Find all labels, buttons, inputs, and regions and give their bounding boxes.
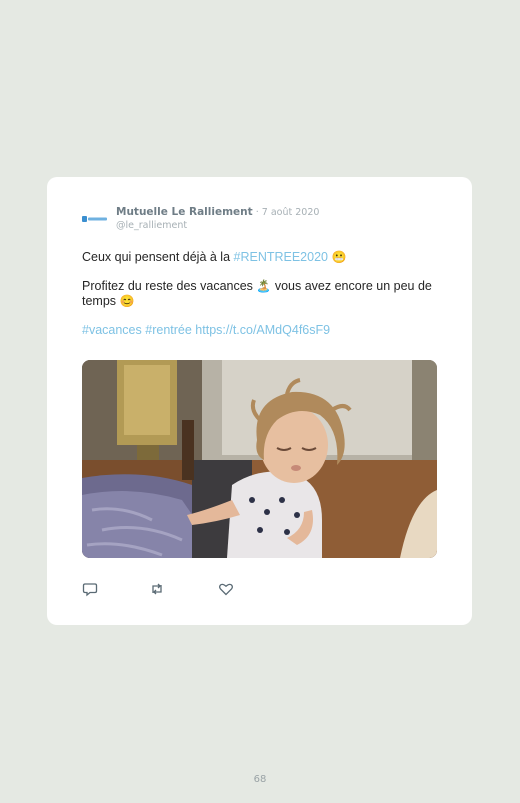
- tweet-link[interactable]: https://t.co/AMdQ4f6sF9: [195, 323, 330, 337]
- tweet-paragraph-3: #vacances #rentrée https://t.co/AMdQ4f6s…: [82, 323, 442, 338]
- hashtag-rentree2020[interactable]: #RENTREE2020: [234, 250, 329, 264]
- island-emoji-icon: 🏝️: [256, 279, 272, 293]
- smile-emoji-icon: 😊: [119, 294, 135, 308]
- author-line: Mutuelle Le Ralliement · 7 août 2020: [116, 206, 319, 218]
- text-segment: Ceux qui pensent déjà à la: [82, 250, 234, 264]
- tweet-media[interactable]: [82, 360, 437, 558]
- grimace-emoji-icon: 😬: [331, 250, 347, 264]
- like-button[interactable]: [218, 581, 234, 597]
- author-name[interactable]: Mutuelle Le Ralliement: [116, 206, 253, 218]
- tweet-text: Ceux qui pensent déjà à la #RENTREE2020 …: [82, 250, 442, 352]
- separator: ·: [255, 207, 259, 218]
- tweet-paragraph-1: Ceux qui pensent déjà à la #RENTREE2020 …: [82, 250, 442, 265]
- sleepy-toddler-photo-icon: [82, 360, 437, 558]
- tweet-header: Mutuelle Le Ralliement · 7 août 2020 @le…: [81, 205, 452, 235]
- tweet-paragraph-2: Profitez du reste des vacances 🏝️ vous a…: [82, 279, 442, 309]
- retweet-button[interactable]: [149, 581, 165, 597]
- reply-button[interactable]: [82, 581, 98, 597]
- hashtag-rentree[interactable]: #rentrée: [145, 323, 192, 337]
- tweet-date[interactable]: 7 août 2020: [262, 207, 320, 218]
- le-ralliement-logo-icon: [82, 216, 107, 222]
- tweet-card: Mutuelle Le Ralliement · 7 août 2020 @le…: [47, 177, 472, 625]
- like-icon: [219, 583, 233, 596]
- author-handle[interactable]: @le_ralliement: [116, 220, 187, 231]
- retweet-icon: [152, 583, 162, 595]
- text-segment: Profitez du reste des vacances: [82, 279, 257, 293]
- page-number: 68: [253, 774, 267, 785]
- hashtag-vacances[interactable]: #vacances: [82, 323, 142, 337]
- avatar[interactable]: [81, 210, 109, 228]
- reply-icon: [82, 583, 98, 597]
